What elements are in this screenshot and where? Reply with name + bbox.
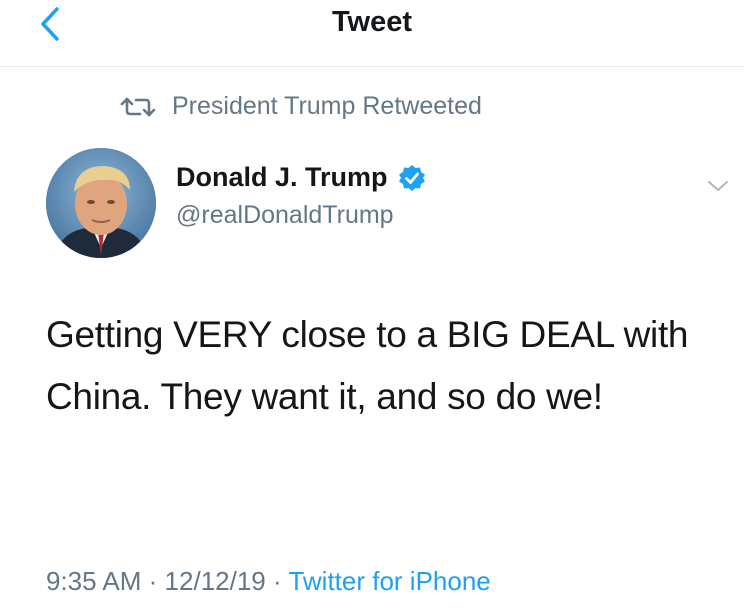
page-title: Tweet [331, 6, 413, 38]
author-block[interactable]: Donald J. Trump @realDonaldTrump [176, 162, 426, 230]
retweet-context[interactable]: President Trump Retweeted [118, 92, 482, 121]
tweet-time: 9:35 AM [46, 566, 142, 596]
retweet-label: President Trump Retweeted [172, 92, 482, 120]
retweet-icon [120, 97, 156, 116]
tweet-meta: 9:35 AM · 12/12/19 · Twitter for iPhone [46, 566, 491, 597]
avatar-image [46, 148, 156, 258]
chevron-down-icon[interactable] [706, 176, 730, 196]
top-bar: Tweet [0, 0, 744, 67]
tweet-date: 12/12/19 [164, 566, 266, 596]
author-handle: @realDonaldTrump [176, 201, 394, 229]
author-name: Donald J. Trump [176, 162, 388, 192]
tweet-source-link[interactable]: Twitter for iPhone [288, 566, 490, 596]
avatar[interactable] [46, 148, 156, 258]
meta-separator: · [148, 566, 158, 596]
tweet-text: Getting VERY close to a BIG DEAL with Ch… [46, 314, 689, 417]
verified-badge-icon [398, 164, 425, 191]
meta-separator: · [273, 566, 282, 596]
